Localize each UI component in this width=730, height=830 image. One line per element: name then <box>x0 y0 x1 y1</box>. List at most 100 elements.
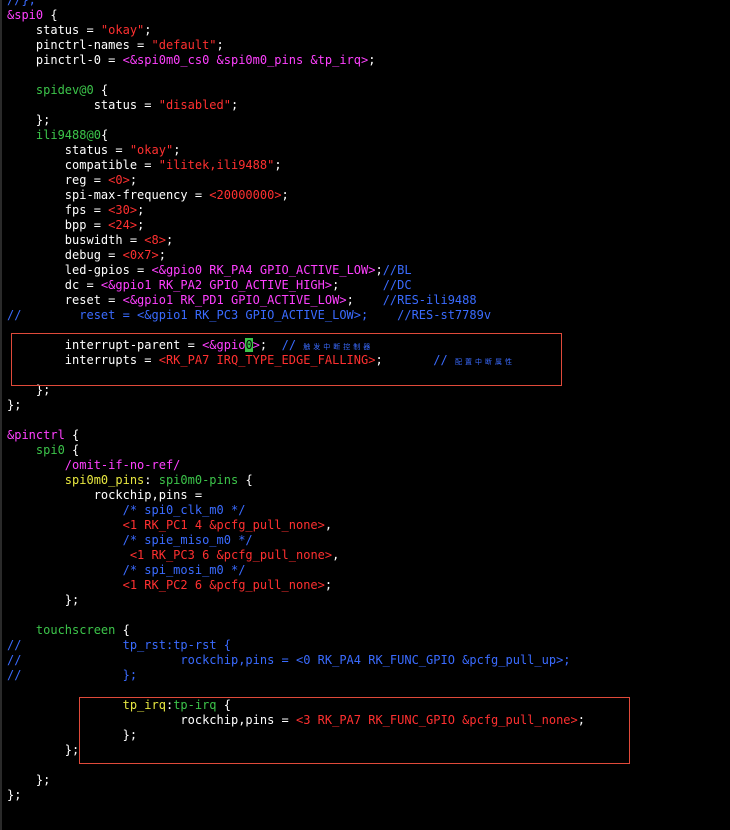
code-line: pinctrl-names = "default"; <box>7 38 224 53</box>
string-literal: "okay" <box>100 23 145 37</box>
code-line: }; <box>7 398 22 412</box>
phandle-list: > <box>252 338 260 352</box>
code-line: debug = <0x7>; <box>7 248 166 263</box>
code-line: pinctrl-0 = <&spi0m0_cs0 &spi0m0_pins &t… <box>7 53 376 68</box>
node-name: spi0m0-pins <box>158 473 239 487</box>
code-line: }; <box>7 383 51 397</box>
code-line: }; <box>7 743 80 757</box>
comment: //BL <box>382 263 412 277</box>
code-text: , <box>324 518 333 532</box>
code-line: spi0 { <box>7 443 79 458</box>
pin-spec: <1 RK_PC2 6 &pcfg_pull_none> <box>122 578 325 592</box>
code-text: status = <box>7 98 159 112</box>
comment: /* spi0_clk_m0 */ <box>122 503 246 517</box>
code-line: /* spi0_clk_m0 */ <box>7 503 246 518</box>
number-literal: <8> <box>144 233 166 247</box>
code-line: <1 RK_PC2 6 &pcfg_pull_none>; <box>7 578 333 593</box>
phandle-list: <&gpio1 RK_PD1 GPIO_ACTIVE_LOW> <box>122 293 347 307</box>
comment: // <box>281 338 304 352</box>
code-line: status = "okay"; <box>7 23 152 38</box>
code-text: : <box>144 473 159 487</box>
node-name: ili9488@0 <box>35 128 101 142</box>
comment-cjk: 触发中断控制器 <box>303 343 374 351</box>
code-line: reg = <0>; <box>7 173 137 188</box>
code-line: <1 RK_PC1 4 &pcfg_pull_none>, <box>7 518 333 533</box>
code-line: fps = <30>; <box>7 203 145 218</box>
code-text: pinctrl-0 = <box>7 53 123 67</box>
comment: // <box>433 353 455 367</box>
code-line: dc = <&gpio1 RK_PA2 GPIO_ACTIVE_HIGH>; /… <box>7 278 412 293</box>
code-text: { <box>64 428 80 442</box>
text-cursor[interactable]: 0 <box>245 338 253 352</box>
code-text: ; <box>368 53 376 67</box>
label: tp_irq <box>122 698 166 712</box>
code-text: ; <box>230 98 239 112</box>
number-literal: <20000000> <box>209 188 282 202</box>
code-text: compatible = <box>7 158 159 172</box>
code-text: ; <box>129 173 138 187</box>
code-line: spidev@0 { <box>7 83 108 98</box>
code-text: { <box>216 698 231 712</box>
pin-spec: <1 RK_PC1 4 &pcfg_pull_none> <box>122 518 325 532</box>
phandle-list: <&gpio1 RK_PA2 GPIO_ACTIVE_HIGH> <box>100 278 333 292</box>
code-text: ; <box>577 713 585 727</box>
code-text: buswidth = <box>7 233 145 247</box>
code-line: &spi0 { <box>7 8 58 23</box>
code-text: { <box>100 128 109 142</box>
code-text: ; <box>375 263 383 277</box>
code-text: dc = <box>7 278 101 292</box>
comment <box>21 638 122 652</box>
code-text: ; <box>137 203 145 217</box>
code-text: ; <box>332 278 383 292</box>
number-literal: <30> <box>108 203 138 217</box>
directive: /omit-if-no-ref/ <box>64 458 181 472</box>
pin-spec: <3 RK_PA7 RK_FUNC_GPIO &pcfg_pull_none> <box>295 713 578 727</box>
code-line: status = "okay"; <box>7 143 181 158</box>
code-line: //}; <box>7 0 36 7</box>
node-name: spi0 <box>35 443 65 457</box>
code-text: ; <box>173 143 181 157</box>
code-line: /* spie_miso_m0 */ <box>7 533 253 548</box>
code-line: led-gpios = <&gpio0 RK_PA4 GPIO_ACTIVE_L… <box>7 263 412 278</box>
string-literal: "okay" <box>129 143 174 157</box>
comment: // <box>7 638 22 652</box>
code-text: pinctrl-names = <box>7 38 152 52</box>
code-text: interrupts = <box>7 353 159 367</box>
code-text: fps = <box>7 203 109 217</box>
code-line: // reset = <&gpio1 RK_PC3 GPIO_ACTIVE_LO… <box>7 308 492 322</box>
phandle-list: <&spi0m0_cs0 &spi0m0_pins &tp_irq> <box>122 53 369 67</box>
code-line: status = "disabled"; <box>7 98 239 113</box>
code-line: }; <box>7 788 22 802</box>
comment: :tp-rst { <box>165 638 231 652</box>
code-line: }; <box>7 593 80 607</box>
node-name: tp-irq <box>173 698 217 712</box>
code-text: debug = <box>7 248 123 262</box>
code-text: status = <box>7 23 101 37</box>
code-line: ili9488@0{ <box>7 128 108 143</box>
code-text: , <box>332 548 340 562</box>
code-editor[interactable]: //}; &spi0 { status = "okay"; pinctrl-na… <box>0 0 730 830</box>
code-line: /* spi_mosi_m0 */ <box>7 563 246 578</box>
code-text: status = <box>7 143 130 157</box>
comment: /* spi_mosi_m0 */ <box>122 563 246 577</box>
code-line: tp_irq:tp-irq { <box>7 698 231 713</box>
code-text: ; <box>281 188 289 202</box>
code-text: reset = <box>7 293 123 307</box>
comment: //RES-ili9488 <box>382 293 477 307</box>
code-text: ; <box>137 218 145 232</box>
code-text: ; <box>216 38 224 52</box>
code-line: // tp_rst:tp-rst { <box>7 638 231 653</box>
comment: //DC <box>382 278 412 292</box>
code-text: bpp = <box>7 218 109 232</box>
code-line: reset = <&gpio1 RK_PD1 GPIO_ACTIVE_LOW>;… <box>7 293 477 308</box>
code-line: spi0m0_pins: spi0m0-pins { <box>7 473 253 488</box>
number-literal: <0> <box>108 173 130 187</box>
